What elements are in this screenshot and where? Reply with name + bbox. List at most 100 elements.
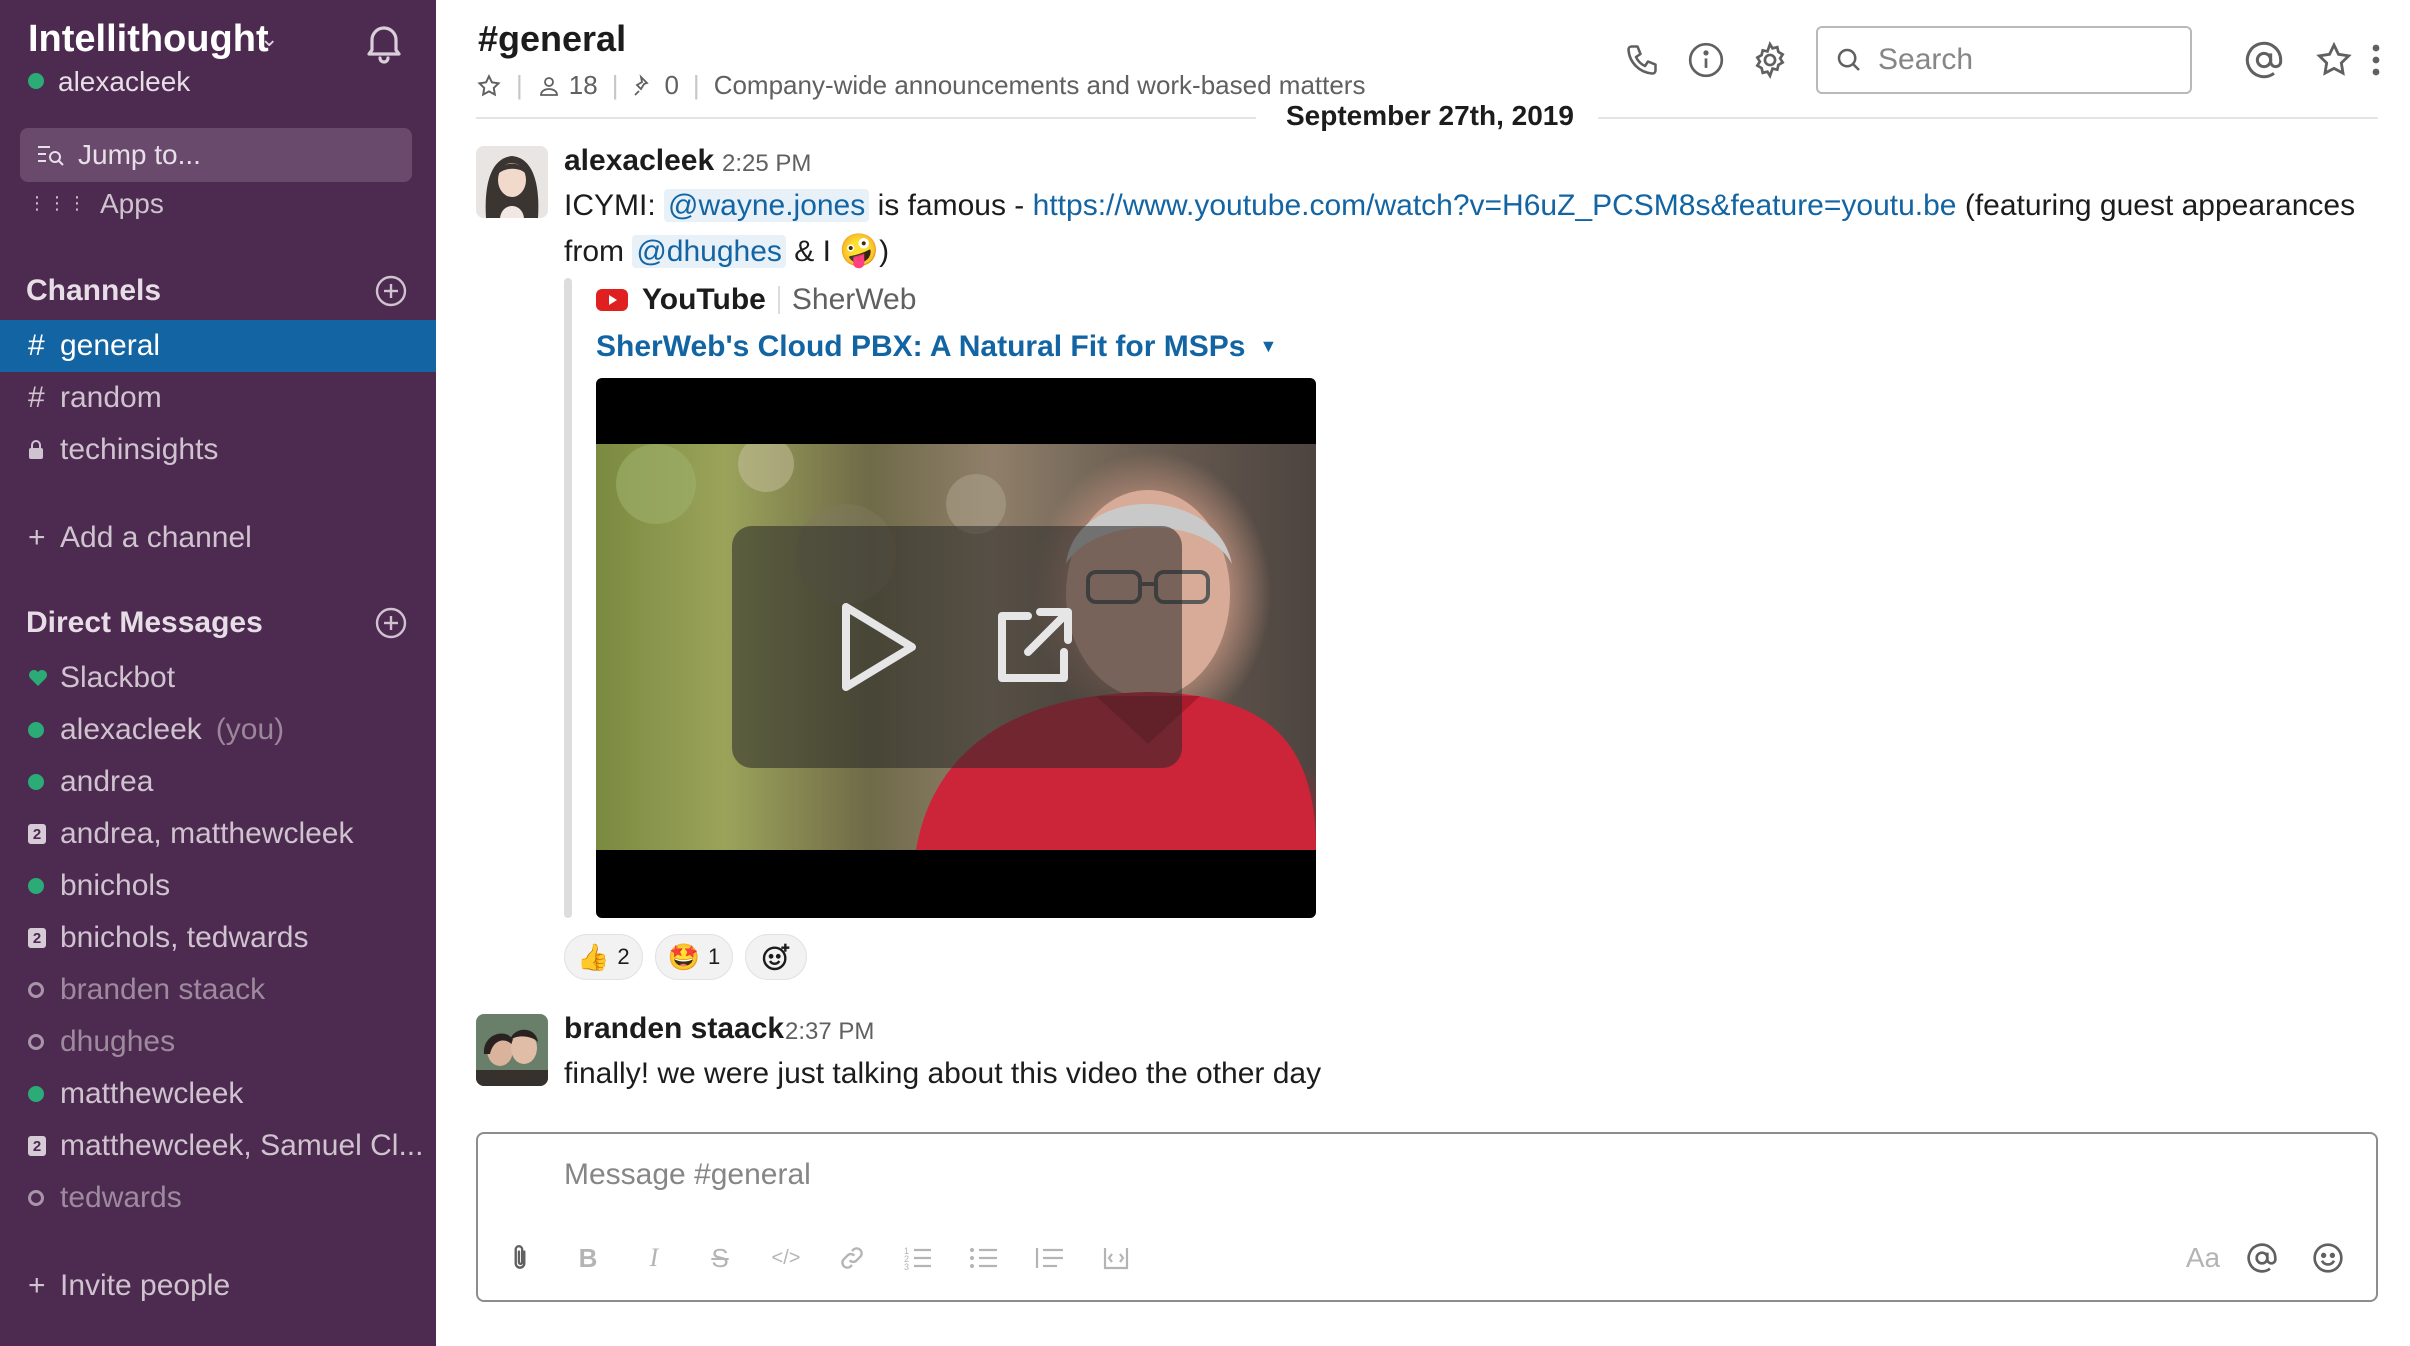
invite-people-label: Invite people <box>60 1269 231 1302</box>
dm-item-alexacleek[interactable]: alexacleek (you) <box>0 704 436 756</box>
presence-away-icon <box>28 1190 44 1206</box>
dm-label: matthewcleek <box>60 1077 244 1110</box>
avatar[interactable] <box>476 1014 548 1086</box>
add-channel-button[interactable]: + Add a channel <box>0 512 436 564</box>
message-text: finally! we were just talking about this… <box>564 1057 1322 1090</box>
mentions-icon[interactable] <box>2242 38 2286 82</box>
play-icon[interactable] <box>836 599 920 695</box>
message-author[interactable]: alexacleek <box>564 144 714 178</box>
dm-item-matthewcleek-samuel[interactable]: 2 matthewcleek, Samuel Cl... <box>0 1120 436 1172</box>
presence-away-icon <box>28 982 44 998</box>
user-mention[interactable]: @wayne.jones <box>664 189 870 222</box>
mention-icon[interactable] <box>2244 1240 2280 1276</box>
reaction-star-struck[interactable]: 🤩 1 <box>654 934 734 980</box>
dm-item-slackbot[interactable]: Slackbot <box>0 652 436 704</box>
sidebar-item-random[interactable]: # random <box>0 372 436 424</box>
gear-icon[interactable] <box>1748 38 1792 82</box>
attachment-bar <box>564 278 572 918</box>
italic-icon[interactable]: I <box>636 1240 672 1276</box>
numbered-list-icon[interactable]: 123 <box>900 1240 936 1276</box>
attachment-title-link[interactable]: SherWeb's Cloud PBX: A Natural Fit for M… <box>596 330 1277 364</box>
code-block-icon[interactable] <box>1098 1240 1134 1276</box>
paperclip-icon[interactable] <box>502 1240 538 1276</box>
caret-down-icon[interactable]: ▼ <box>1259 336 1277 356</box>
sidebar-item-apps[interactable]: ⋮⋮⋮ Apps <box>28 188 164 220</box>
dm-item-tedwards[interactable]: tedwards <box>0 1172 436 1224</box>
dm-item-matthewcleek[interactable]: matthewcleek <box>0 1068 436 1120</box>
date-divider-line <box>1590 117 2378 119</box>
presence-online-icon <box>28 722 44 738</box>
lock-icon <box>28 440 60 460</box>
open-external-icon[interactable] <box>988 602 1078 692</box>
message-time[interactable]: 2:25 PM <box>722 150 811 178</box>
search-placeholder: Search <box>1878 43 1974 76</box>
sidebar-item-general[interactable]: # general <box>0 320 436 372</box>
add-reaction-button[interactable] <box>745 934 808 980</box>
sidebar: Intellithought ⌄ alexacleek Jump to... ⋮… <box>0 0 436 1346</box>
channels-heading[interactable]: Channels <box>26 274 161 308</box>
bell-icon[interactable] <box>360 18 408 66</box>
more-options-icon[interactable] <box>2354 38 2398 82</box>
formatting-toggle-button[interactable]: Aa <box>2178 1240 2228 1276</box>
dm-item-andrea[interactable]: andrea <box>0 756 436 808</box>
video-controls-overlay <box>732 526 1182 768</box>
jump-to-label: Jump to... <box>78 139 201 170</box>
message-author[interactable]: branden staack <box>564 1012 784 1046</box>
add-dm-icon[interactable] <box>374 606 408 640</box>
dm-item-andrea-matthewcleek[interactable]: 2 andrea, matthewcleek <box>0 808 436 860</box>
user-mention[interactable]: @dhughes <box>632 235 786 268</box>
invite-people-button[interactable]: + Invite people <box>0 1260 436 1312</box>
video-player[interactable] <box>596 378 1316 918</box>
chevron-down-icon[interactable]: ⌄ <box>260 26 278 52</box>
dm-item-bnichols[interactable]: bnichols <box>0 860 436 912</box>
presence-online-icon <box>28 1086 44 1102</box>
reaction-thumbsup[interactable]: 👍 2 <box>564 934 643 980</box>
dm-item-dhughes[interactable]: dhughes <box>0 1016 436 1068</box>
dm-item-bnichols-tedwards[interactable]: 2 bnichols, tedwards <box>0 912 436 964</box>
add-reaction-icon <box>763 943 790 971</box>
message-input-placeholder: Message #general <box>564 1158 811 1191</box>
sidebar-item-techinsights[interactable]: techinsights <box>0 424 436 476</box>
search-input[interactable]: Search <box>1816 26 2192 94</box>
avatar[interactable] <box>476 146 548 218</box>
dm-label: alexacleek <box>60 713 202 746</box>
workspace-name[interactable]: Intellithought <box>28 18 269 61</box>
blockquote-icon[interactable] <box>1032 1240 1068 1276</box>
dm-item-branden-staack[interactable]: branden staack <box>0 964 436 1016</box>
text-segment: ) <box>879 235 890 268</box>
add-channel-icon[interactable] <box>374 274 408 308</box>
text-segment: (featuring guest appearances <box>1964 189 2356 222</box>
presence-online-icon <box>28 73 44 89</box>
info-icon[interactable] <box>1684 38 1728 82</box>
dm-label: dhughes <box>60 1025 176 1058</box>
plus-icon: + <box>28 521 46 554</box>
bulleted-list-icon[interactable] <box>966 1240 1002 1276</box>
pin-count[interactable]: 0 <box>632 70 679 101</box>
phone-icon[interactable] <box>1620 38 1664 82</box>
attachment-author[interactable]: SherWeb <box>792 283 917 317</box>
current-user[interactable]: alexacleek <box>28 66 190 98</box>
jump-to-button[interactable]: Jump to... <box>20 128 412 182</box>
star-channel-icon[interactable] <box>476 73 502 99</box>
channel-label: general <box>60 329 161 362</box>
bold-icon[interactable]: B <box>570 1240 606 1276</box>
message-composer[interactable]: Message #general B I S </> 123 Aa <box>476 1132 2378 1302</box>
star-icon[interactable] <box>2312 38 2356 82</box>
emoji-icon[interactable] <box>2310 1240 2346 1276</box>
channel-title[interactable]: #general <box>478 18 626 60</box>
link-icon[interactable] <box>834 1240 870 1276</box>
dm-label: bnichols, tedwards <box>60 921 309 954</box>
member-count[interactable]: 18 <box>537 70 598 101</box>
date-divider-line <box>476 117 1256 119</box>
channel-topic[interactable]: Company-wide announcements and work-base… <box>714 70 1366 101</box>
dm-label: andrea <box>60 765 154 798</box>
strikethrough-icon[interactable]: S <box>702 1240 738 1276</box>
text-segment: is famous - <box>877 189 1025 222</box>
text-segment: ICYMI: <box>564 189 656 222</box>
message-time[interactable]: 2:37 PM <box>785 1018 874 1046</box>
code-icon[interactable]: </> <box>768 1240 804 1276</box>
direct-messages-heading[interactable]: Direct Messages <box>26 606 263 640</box>
message-link[interactable]: https://www.youtube.com/watch?v=H6uZ_PCS… <box>1033 189 1957 222</box>
date-divider: September 27th, 2019 <box>1262 100 1598 132</box>
service-name[interactable]: YouTube <box>642 283 766 317</box>
